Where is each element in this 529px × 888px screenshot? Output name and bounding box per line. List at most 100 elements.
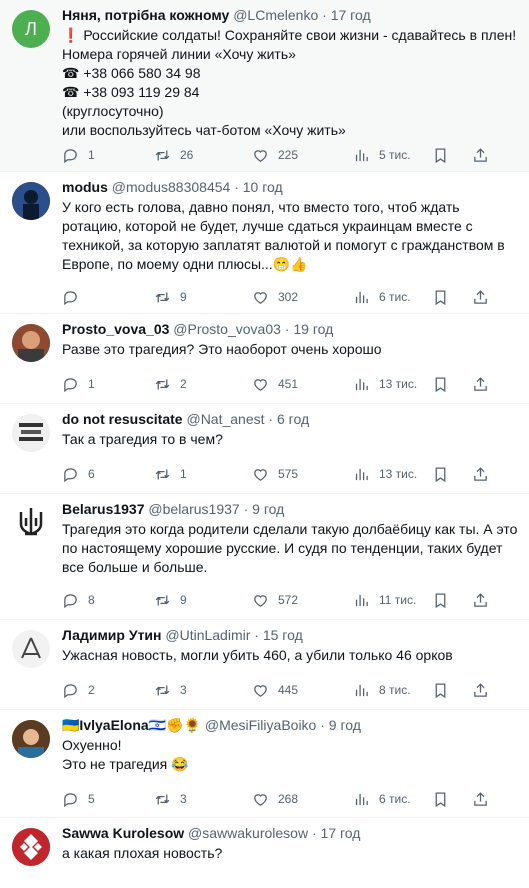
avatar[interactable]: Л bbox=[12, 10, 50, 48]
author-handle[interactable]: @MesiFiliyaBoiko bbox=[205, 717, 316, 733]
bookmark-button[interactable] bbox=[432, 592, 472, 609]
reply-button[interactable]: 6 bbox=[62, 466, 154, 483]
views-icon bbox=[355, 291, 368, 303]
retweet-button[interactable]: 3 bbox=[154, 791, 252, 808]
author-handle[interactable]: @Nat_anest bbox=[186, 411, 264, 427]
like-button[interactable]: 451 bbox=[252, 376, 353, 393]
views-button[interactable]: 13 тис. bbox=[353, 466, 432, 483]
avatar[interactable] bbox=[12, 720, 50, 758]
compass-square-icon bbox=[12, 630, 50, 668]
bookmark-button[interactable] bbox=[432, 289, 472, 306]
trident-icon bbox=[19, 508, 43, 536]
avatar[interactable] bbox=[12, 504, 50, 542]
author-name[interactable]: Sawwa Kurolesow bbox=[62, 825, 184, 841]
views-button[interactable]: 8 тис. bbox=[353, 682, 432, 699]
reply-button[interactable]: 8 bbox=[62, 592, 154, 609]
tweet[interactable]: 🇺🇦IvlyaElona🇮🇱✊🌻 @MesiFiliyaBoiko · 9 го… bbox=[0, 710, 529, 818]
like-button[interactable]: 575 bbox=[252, 466, 353, 483]
author-handle[interactable]: @UtinLadimir bbox=[165, 627, 250, 643]
tweet[interactable]: Ладимир Утин @UtinLadimir · 15 год Ужасн… bbox=[0, 620, 529, 710]
views-button[interactable]: 6 тис. bbox=[353, 791, 432, 808]
tweet[interactable]: modus @modus88308454 · 10 год У кого ест… bbox=[0, 172, 529, 314]
bookmark-button[interactable] bbox=[432, 147, 472, 164]
timestamp[interactable]: 19 год bbox=[293, 321, 333, 337]
views-button[interactable]: 13 тис. bbox=[353, 376, 432, 393]
like-button[interactable]: 302 bbox=[252, 289, 353, 306]
retweet-button[interactable]: 26 bbox=[154, 147, 252, 164]
retweet-button[interactable]: 2 bbox=[154, 376, 252, 393]
retweet-button[interactable]: 9 bbox=[154, 592, 252, 609]
reply-button[interactable]: 5 bbox=[62, 791, 154, 808]
like-button[interactable]: 268 bbox=[252, 791, 353, 808]
timestamp[interactable]: 10 год bbox=[243, 179, 283, 195]
timestamp[interactable]: 17 год bbox=[321, 825, 361, 841]
tweet-actions: 2 3 445 8 тис. bbox=[62, 673, 492, 707]
views-icon bbox=[355, 378, 368, 390]
tweet[interactable]: Prosto_vova_03 @Prosto_vova03 · 19 год Р… bbox=[0, 314, 529, 404]
retweet-button[interactable]: 1 bbox=[154, 466, 252, 483]
like-icon bbox=[254, 793, 267, 806]
avatar[interactable] bbox=[12, 414, 50, 452]
share-button[interactable] bbox=[472, 791, 492, 808]
avatar[interactable] bbox=[12, 324, 50, 362]
author-name[interactable]: Belarus1937 bbox=[62, 501, 145, 517]
retweet-button[interactable]: 9 bbox=[154, 289, 252, 306]
like-button[interactable]: 572 bbox=[252, 592, 353, 609]
author-handle[interactable]: @Prosto_vova03 bbox=[173, 321, 281, 337]
author-name[interactable]: Prosto_vova_03 bbox=[62, 321, 169, 337]
timestamp[interactable]: 17 год bbox=[331, 7, 371, 23]
separator-dot: · bbox=[243, 501, 249, 517]
reply-button[interactable] bbox=[62, 289, 154, 306]
avatar[interactable] bbox=[12, 630, 50, 668]
share-button[interactable] bbox=[472, 592, 492, 609]
separator-dot: · bbox=[311, 825, 317, 841]
ornament-icon bbox=[12, 828, 50, 866]
avatar[interactable] bbox=[12, 182, 50, 220]
tweet[interactable]: do not resuscitate @Nat_anest · 6 год Та… bbox=[0, 404, 529, 494]
share-icon bbox=[474, 791, 487, 806]
tweet[interactable]: Л Няня, потрібна кожному @LCmelenko · 17… bbox=[0, 0, 529, 172]
timestamp[interactable]: 9 год bbox=[252, 501, 284, 517]
bookmark-icon bbox=[435, 376, 446, 392]
share-icon bbox=[474, 466, 487, 481]
author-name[interactable]: Няня, потрібна кожному bbox=[62, 7, 229, 23]
reply-button[interactable]: 2 bbox=[62, 682, 154, 699]
tweet-text: ❗ Российские солдаты! Сохраняйте свои жи… bbox=[62, 27, 517, 138]
avatar[interactable] bbox=[12, 828, 50, 866]
author-name[interactable]: do not resuscitate bbox=[62, 411, 183, 427]
retweet-icon bbox=[155, 150, 170, 160]
timestamp[interactable]: 9 год bbox=[329, 717, 361, 733]
timestamp[interactable]: 6 год bbox=[277, 411, 309, 427]
bookmark-button[interactable] bbox=[432, 791, 472, 808]
views-icon bbox=[355, 684, 368, 696]
share-button[interactable] bbox=[472, 147, 492, 164]
retweet-button[interactable]: 3 bbox=[154, 682, 252, 699]
bookmark-button[interactable] bbox=[432, 376, 472, 393]
bookmark-button[interactable] bbox=[432, 682, 472, 699]
share-button[interactable] bbox=[472, 466, 492, 483]
author-name[interactable]: modus bbox=[62, 179, 108, 195]
author-handle[interactable]: @LCmelenko bbox=[233, 7, 318, 23]
like-button[interactable]: 445 bbox=[252, 682, 353, 699]
share-button[interactable] bbox=[472, 289, 492, 306]
views-button[interactable]: 6 тис. bbox=[353, 289, 432, 306]
retweet-count: 9 bbox=[180, 593, 187, 607]
tweet-actions: 1 2 451 13 тис. bbox=[62, 367, 492, 401]
author-handle[interactable]: @modus88308454 bbox=[112, 179, 231, 195]
timestamp[interactable]: 15 год bbox=[263, 627, 303, 643]
views-button[interactable]: 5 тис. bbox=[353, 147, 432, 164]
author-name[interactable]: 🇺🇦IvlyaElona🇮🇱✊🌻 bbox=[62, 717, 201, 733]
views-button[interactable]: 11 тис. bbox=[353, 592, 432, 609]
author-handle[interactable]: @belarus1937 bbox=[148, 501, 239, 517]
share-button[interactable] bbox=[472, 682, 492, 699]
reply-button[interactable]: 1 bbox=[62, 376, 154, 393]
author-name[interactable]: Ладимир Утин bbox=[62, 627, 161, 643]
author-handle[interactable]: @sawwakurolesow bbox=[188, 825, 308, 841]
like-button[interactable]: 225 bbox=[252, 147, 353, 164]
tweet-text: Трагедия это когда родители сделали таку… bbox=[62, 521, 522, 575]
reply-button[interactable]: 1 bbox=[62, 147, 154, 164]
share-button[interactable] bbox=[472, 376, 492, 393]
tweet[interactable]: Sawwa Kurolesow @sawwakurolesow · 17 год… bbox=[0, 818, 529, 888]
bookmark-button[interactable] bbox=[432, 466, 472, 483]
tweet[interactable]: Belarus1937 @belarus1937 · 9 год Трагеди… bbox=[0, 494, 529, 620]
